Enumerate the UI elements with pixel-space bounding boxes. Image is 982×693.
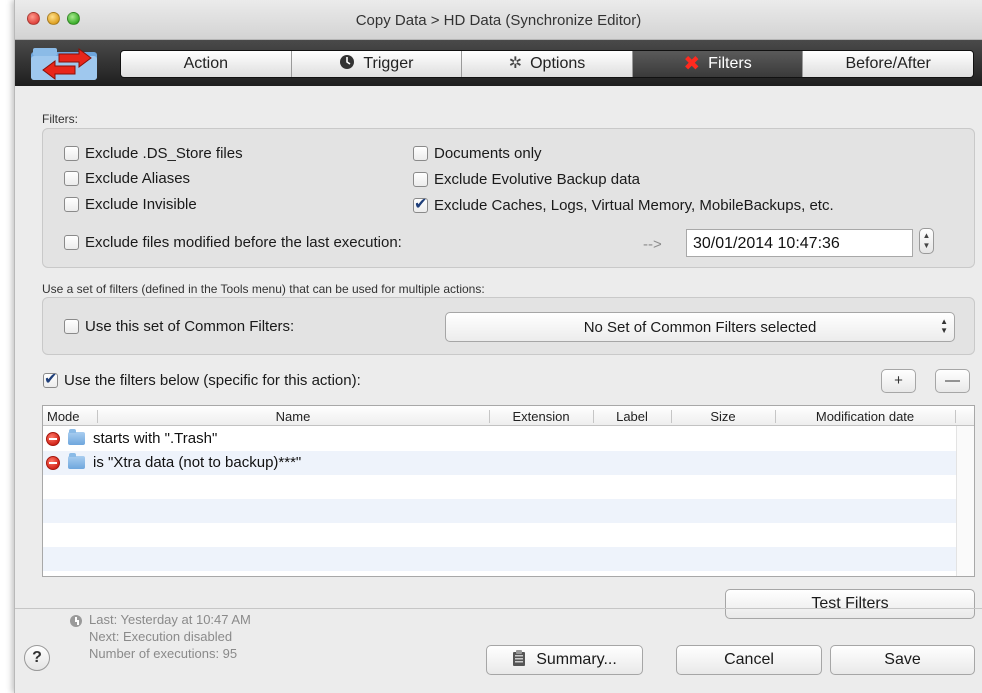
- column-header-label[interactable]: Label: [593, 409, 671, 424]
- help-button[interactable]: ?: [24, 645, 50, 671]
- filters-section-label: Filters:: [42, 112, 78, 126]
- row-content: starts with ".Trash": [46, 429, 218, 447]
- save-button[interactable]: Save: [830, 645, 975, 675]
- use-common-filters-label: Use this set of Common Filters:: [85, 318, 295, 335]
- exclude-caches-label: Exclude Caches, Logs, Virtual Memory, Mo…: [434, 197, 834, 214]
- test-filters-label: Test Filters: [811, 595, 889, 612]
- exclude-invisible-label: Exclude Invisible: [85, 196, 197, 213]
- date-arrow: -->: [643, 236, 662, 253]
- column-header-size[interactable]: Size: [671, 409, 775, 424]
- red-x-icon: ✖: [683, 53, 701, 75]
- folder-icon: [68, 429, 85, 445]
- documents-only-checkbox[interactable]: Documents only: [413, 145, 542, 162]
- exclude-ds-store-checkbox[interactable]: Exclude .DS_Store files: [64, 145, 243, 162]
- tab-trigger-label: Trigger: [363, 55, 414, 72]
- bottom-separator: [15, 608, 982, 609]
- checkbox-box: [413, 172, 428, 187]
- table-header: Mode Name Extension Label Size Modificat…: [43, 406, 974, 426]
- checkbox-box-checked: [43, 369, 58, 389]
- toolbar: Action Trigger ✲ Options ✖ Filters Befor…: [15, 40, 982, 86]
- clock-icon: [339, 54, 355, 74]
- remove-circle-icon: [46, 431, 60, 446]
- exclude-evolutive-checkbox[interactable]: Exclude Evolutive Backup data: [413, 171, 640, 188]
- tab-action-label: Action: [183, 55, 229, 72]
- checkbox-box: [64, 146, 79, 161]
- row-name: starts with ".Trash": [93, 430, 218, 447]
- use-specific-filters-label: Use the filters below (specific for this…: [64, 372, 361, 389]
- last-execution-status: Last: Yesterday at 10:47 AM: [89, 612, 251, 627]
- table-row[interactable]: starts with ".Trash": [43, 427, 974, 451]
- sync-folder-icon: [31, 48, 97, 80]
- checkbox-box: [64, 171, 79, 186]
- tab-action[interactable]: Action: [121, 51, 292, 77]
- empty-row: [43, 475, 974, 499]
- empty-row: [43, 547, 974, 571]
- clock-icon: [70, 615, 82, 627]
- tab-filters[interactable]: ✖ Filters: [632, 51, 804, 77]
- column-separator: [955, 410, 956, 423]
- execution-count-status: Number of executions: 95: [89, 646, 238, 661]
- editor-tabs: Action Trigger ✲ Options ✖ Filters Befor…: [120, 50, 974, 78]
- popup-arrows-icon: ▲ ▼: [940, 317, 948, 335]
- remove-filter-button[interactable]: —: [935, 369, 970, 393]
- save-label: Save: [884, 651, 921, 668]
- empty-row: [43, 523, 974, 547]
- empty-row: [43, 499, 974, 523]
- add-filter-button[interactable]: +: [881, 369, 916, 393]
- summary-label: Summary...: [536, 651, 617, 668]
- exclude-aliases-label: Exclude Aliases: [85, 170, 191, 187]
- next-execution-status: Next: Execution disabled: [89, 629, 233, 644]
- gear-icon: ✲: [508, 55, 523, 72]
- last-execution-date-field[interactable]: 30/01/2014 10:47:36: [686, 229, 913, 257]
- tab-before-after-label: Before/After: [845, 55, 931, 72]
- use-common-filters-checkbox[interactable]: Use this set of Common Filters:: [64, 318, 294, 335]
- synchronize-editor-window: Copy Data > HD Data (Synchronize Editor)…: [14, 0, 982, 693]
- documents-only-label: Documents only: [434, 145, 542, 162]
- test-filters-button[interactable]: Test Filters: [725, 589, 975, 619]
- common-filters-popup-value: No Set of Common Filters selected: [583, 319, 817, 336]
- title-bar: Copy Data > HD Data (Synchronize Editor): [15, 0, 982, 40]
- date-stepper[interactable]: ▲ ▼: [919, 228, 934, 254]
- exclude-invisible-checkbox[interactable]: Exclude Invisible: [64, 196, 197, 213]
- row-name: is "Xtra data (not to backup)***": [93, 454, 302, 471]
- row-content: is "Xtra data (not to backup)***": [46, 453, 302, 471]
- exclude-caches-checkbox[interactable]: Exclude Caches, Logs, Virtual Memory, Mo…: [413, 194, 834, 214]
- column-header-name[interactable]: Name: [97, 409, 489, 424]
- table-scroll-gutter[interactable]: [956, 426, 974, 576]
- table-row[interactable]: is "Xtra data (not to backup)***": [43, 451, 974, 475]
- tab-trigger[interactable]: Trigger: [291, 51, 463, 77]
- exclude-modified-checkbox[interactable]: Exclude files modified before the last e…: [64, 234, 402, 251]
- exclude-evolutive-label: Exclude Evolutive Backup data: [434, 171, 640, 188]
- tab-filters-label: Filters: [708, 55, 752, 72]
- cancel-label: Cancel: [724, 651, 774, 668]
- checkbox-box-checked: [413, 194, 428, 214]
- common-filters-popup[interactable]: No Set of Common Filters selected ▲ ▼: [445, 312, 955, 342]
- tab-options-label: Options: [530, 55, 586, 72]
- column-header-mode[interactable]: Mode: [47, 409, 80, 424]
- clipboard-icon: [512, 649, 526, 672]
- tab-before-after[interactable]: Before/After: [803, 51, 973, 77]
- checkbox-box: [64, 197, 79, 212]
- folder-icon: [68, 453, 85, 469]
- cancel-button[interactable]: Cancel: [676, 645, 822, 675]
- use-specific-filters-checkbox[interactable]: Use the filters below (specific for this…: [43, 369, 361, 389]
- tab-options[interactable]: ✲ Options: [462, 51, 633, 77]
- exclude-aliases-checkbox[interactable]: Exclude Aliases: [64, 170, 190, 187]
- exclude-ds-store-label: Exclude .DS_Store files: [85, 145, 243, 162]
- checkbox-box: [64, 235, 79, 250]
- window-title: Copy Data > HD Data (Synchronize Editor): [355, 12, 642, 29]
- common-filters-section-label: Use a set of filters (defined in the Too…: [42, 282, 485, 296]
- checkbox-box: [413, 146, 428, 161]
- remove-circle-icon: [46, 455, 60, 470]
- column-header-modification-date[interactable]: Modification date: [775, 409, 955, 424]
- filters-table: Mode Name Extension Label Size Modificat…: [42, 405, 975, 577]
- exclude-modified-label: Exclude files modified before the last e…: [85, 234, 402, 251]
- summary-button[interactable]: Summary...: [486, 645, 643, 675]
- column-header-extension[interactable]: Extension: [489, 409, 593, 424]
- checkbox-box: [64, 319, 79, 334]
